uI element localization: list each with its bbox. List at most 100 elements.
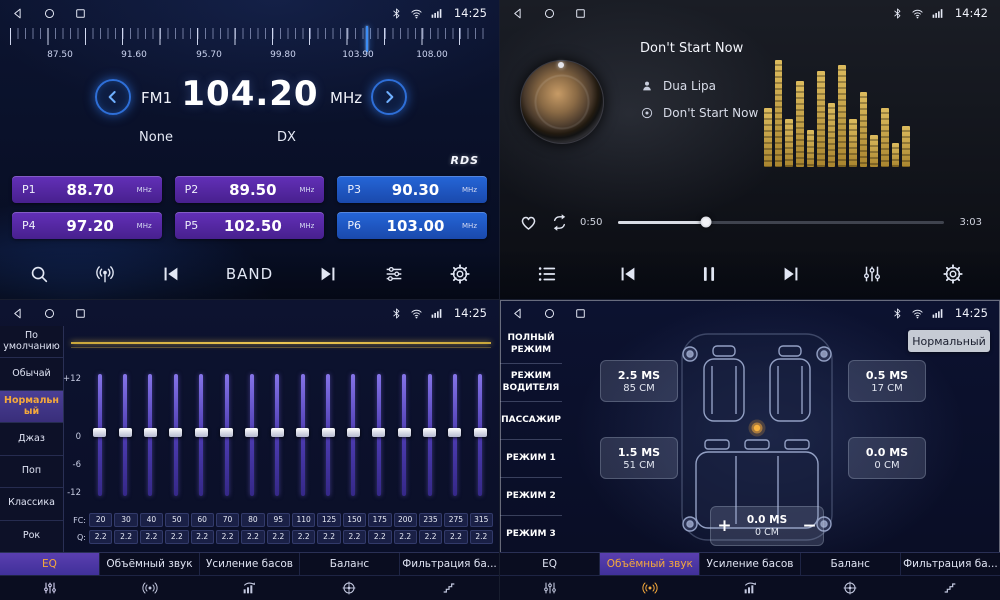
frequency-ruler[interactable]: 87.50 91.60 95.70 99.80 103.90 108.00 <box>10 28 489 64</box>
eq-band-slider[interactable] <box>315 370 340 504</box>
tab-filter[interactable]: Фильтрация ба... <box>400 553 499 575</box>
surround-tab-icon[interactable] <box>100 576 200 600</box>
seek-up-button[interactable] <box>371 79 407 115</box>
tab-balance[interactable]: Баланс <box>801 553 901 575</box>
band-button[interactable]: BAND <box>222 261 277 287</box>
repeat-button[interactable] <box>549 212 570 233</box>
eq-slider-handle[interactable] <box>347 428 360 437</box>
nav-recents-icon[interactable] <box>574 307 587 320</box>
eq-band-slider[interactable] <box>112 370 137 504</box>
previous-button[interactable] <box>156 259 186 289</box>
eq-slider-handle[interactable] <box>169 428 182 437</box>
eq-band-slider[interactable] <box>163 370 188 504</box>
eq-band-slider[interactable] <box>392 370 417 504</box>
eq-slider-handle[interactable] <box>296 428 309 437</box>
mode-driver[interactable]: РЕЖИМ ВОДИТЕЛЯ <box>500 364 562 402</box>
eq-preset-normal[interactable]: Нормальный <box>0 391 63 423</box>
eq-band-slider[interactable] <box>87 370 112 504</box>
eq-band-slider[interactable] <box>341 370 366 504</box>
nav-back-icon[interactable] <box>12 7 25 20</box>
tab-surround[interactable]: Объёмный звук <box>600 553 700 575</box>
mode-3[interactable]: РЕЖИМ 3 <box>500 516 562 553</box>
eq-slider-handle[interactable] <box>220 428 233 437</box>
nav-recents-icon[interactable] <box>74 7 87 20</box>
eq-preset-jazz[interactable]: Джаз <box>0 423 63 455</box>
settings-button[interactable] <box>938 259 968 289</box>
nav-back-icon[interactable] <box>512 7 525 20</box>
eq-tab-icon[interactable] <box>0 576 100 600</box>
broadcast-button[interactable] <box>90 259 120 289</box>
nav-back-icon[interactable] <box>512 307 525 320</box>
preset-p5[interactable]: P5 102.50 MHz <box>175 212 325 239</box>
mode-1[interactable]: РЕЖИМ 1 <box>500 440 562 478</box>
profile-button[interactable]: Нормальный <box>908 330 990 352</box>
eq-band-slider[interactable] <box>189 370 214 504</box>
filter-tab-icon[interactable] <box>900 576 1000 600</box>
tab-bass-boost[interactable]: Усиление басов <box>700 553 800 575</box>
nav-home-icon[interactable] <box>43 7 56 20</box>
eq-band-slider[interactable] <box>290 370 315 504</box>
tab-balance[interactable]: Баланс <box>300 553 400 575</box>
bass-boost-tab-icon[interactable] <box>200 576 300 600</box>
seek-bar[interactable] <box>618 221 943 224</box>
eq-band-slider[interactable] <box>468 370 493 504</box>
eq-slider-handle[interactable] <box>372 428 385 437</box>
preset-p1[interactable]: P1 88.70 MHz <box>12 176 162 203</box>
eq-adjust-button[interactable] <box>857 259 887 289</box>
tab-filter[interactable]: Фильтрация ба... <box>901 553 1000 575</box>
tab-surround[interactable]: Объёмный звук <box>100 553 200 575</box>
seek-down-button[interactable] <box>95 79 131 115</box>
eq-preset-custom[interactable]: Обычай <box>0 358 63 390</box>
eq-band-slider[interactable] <box>417 370 442 504</box>
mode-2[interactable]: РЕЖИМ 2 <box>500 478 562 516</box>
pause-button[interactable] <box>694 259 724 289</box>
eq-slider-handle[interactable] <box>195 428 208 437</box>
eq-slider-handle[interactable] <box>398 428 411 437</box>
preset-p4[interactable]: P4 97.20 MHz <box>12 212 162 239</box>
eq-band-slider[interactable] <box>366 370 391 504</box>
seek-knob[interactable] <box>701 217 712 228</box>
eq-slider-handle[interactable] <box>322 428 335 437</box>
delay-decrease-button[interactable]: − <box>796 516 823 536</box>
nav-recents-icon[interactable] <box>574 7 587 20</box>
eq-slider-handle[interactable] <box>448 428 461 437</box>
tab-bass-boost[interactable]: Усиление басов <box>200 553 300 575</box>
balance-tab-icon[interactable] <box>299 576 399 600</box>
surround-tab-icon[interactable] <box>600 576 700 600</box>
balance-tab-icon[interactable] <box>800 576 900 600</box>
favorite-button[interactable] <box>518 212 539 233</box>
eq-preset-default[interactable]: По умолчанию <box>0 326 63 358</box>
delay-rear-right[interactable]: 0.0 MS 0 CM <box>848 437 926 479</box>
eq-band-slider[interactable] <box>265 370 290 504</box>
eq-slider-handle[interactable] <box>245 428 258 437</box>
eq-slider-handle[interactable] <box>423 428 436 437</box>
nav-home-icon[interactable] <box>543 7 556 20</box>
delay-front-left[interactable]: 2.5 MS 85 CM <box>600 360 678 402</box>
eq-tab-icon[interactable] <box>500 576 600 600</box>
filter-tab-icon[interactable] <box>399 576 499 600</box>
mode-passenger[interactable]: ПАССАЖИР <box>500 402 562 440</box>
eq-band-slider[interactable] <box>214 370 239 504</box>
nav-home-icon[interactable] <box>543 307 556 320</box>
eq-preset-pop[interactable]: Поп <box>0 456 63 488</box>
eq-slider-handle[interactable] <box>93 428 106 437</box>
nav-home-icon[interactable] <box>43 307 56 320</box>
preset-p3[interactable]: P3 90.30 MHz <box>337 176 487 203</box>
eq-band-slider[interactable] <box>239 370 264 504</box>
preset-p2[interactable]: P2 89.50 MHz <box>175 176 325 203</box>
next-button[interactable] <box>313 259 343 289</box>
settings-button[interactable] <box>445 259 475 289</box>
eq-slider-handle[interactable] <box>144 428 157 437</box>
preset-p6[interactable]: P6 103.00 MHz <box>337 212 487 239</box>
mode-full[interactable]: ПОЛНЫЙ РЕЖИМ <box>500 326 562 364</box>
eq-preset-classic[interactable]: Классика <box>0 488 63 520</box>
eq-slider-handle[interactable] <box>474 428 487 437</box>
delay-rear-left[interactable]: 1.5 MS 51 CM <box>600 437 678 479</box>
previous-track-button[interactable] <box>613 259 643 289</box>
tab-eq[interactable]: EQ <box>0 553 100 575</box>
eq-band-slider[interactable] <box>138 370 163 504</box>
next-track-button[interactable] <box>776 259 806 289</box>
eq-adjust-button[interactable] <box>379 259 409 289</box>
search-button[interactable] <box>24 259 54 289</box>
delay-front-right[interactable]: 0.5 MS 17 CM <box>848 360 926 402</box>
